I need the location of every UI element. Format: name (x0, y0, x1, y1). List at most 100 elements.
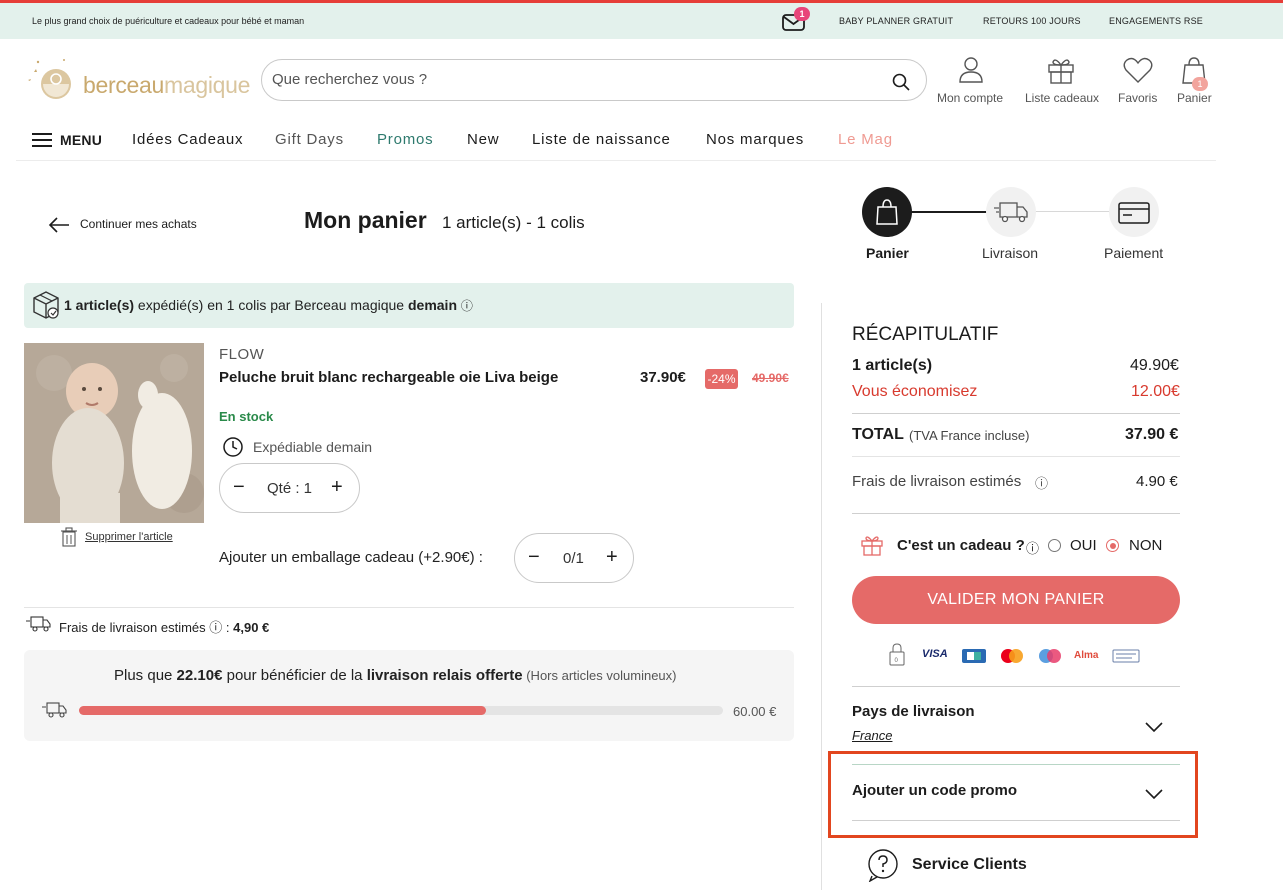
nav-idees-cadeaux[interactable]: Idées Cadeaux (132, 131, 243, 148)
logo-part1: berceau (83, 72, 165, 98)
trash-icon[interactable] (60, 527, 78, 547)
progress-max-label: 60.00 € (733, 704, 777, 719)
customer-service-link[interactable]: Service Clients (912, 856, 1027, 874)
menu-button[interactable]: MENU (60, 132, 102, 148)
step-connector-2 (1035, 211, 1113, 212)
gift-wrap-increase-button[interactable]: + (606, 546, 618, 569)
heart-icon[interactable] (1122, 55, 1154, 85)
credit-card-icon (1118, 202, 1150, 224)
step-paiement-label: Paiement (1104, 245, 1164, 261)
summary-articles-label: 1 article(s) (852, 357, 933, 374)
nav-gift-days[interactable]: Gift Days (275, 131, 344, 148)
chevron-down-icon[interactable] (1144, 721, 1164, 733)
account-label[interactable]: Mon compte (937, 91, 1003, 105)
fees-value: 4,90 € (233, 620, 270, 635)
search-icon[interactable] (891, 72, 911, 92)
gift-list-icon[interactable] (1045, 55, 1077, 85)
top-info-bar: Le plus grand choix de puériculture et c… (0, 3, 1283, 39)
summary-articles-value: 49.90€ (1130, 357, 1179, 374)
nav-new[interactable]: New (467, 131, 499, 148)
nav-liste-naissance[interactable]: Liste de naissance (532, 131, 671, 148)
delete-item-link[interactable]: Supprimer l'article (85, 531, 173, 543)
info-icon[interactable]: ⓘ (461, 299, 473, 313)
shipping-middle: expédié(s) en 1 colis par Berceau magiqu… (134, 297, 408, 313)
favorites-label[interactable]: Favoris (1118, 91, 1157, 105)
shopping-bag-icon (876, 199, 898, 225)
continue-shopping-link[interactable]: Continuer mes achats (80, 217, 197, 231)
gift-yes-label[interactable]: OUI (1070, 537, 1097, 554)
summary-fees-label: Frais de livraison estimés (852, 473, 1022, 490)
tagline: Le plus grand choix de puériculture et c… (32, 16, 305, 26)
baby-planner-link[interactable]: BABY PLANNER GRATUIT (839, 16, 953, 26)
divider (24, 607, 794, 608)
search-placeholder[interactable]: Que recherchez vous ? (272, 71, 427, 88)
free-shipping-middle: pour bénéficier de la (222, 667, 367, 684)
divider (852, 413, 1180, 414)
gift-wrap-value: 0/1 (563, 550, 584, 567)
product-brand[interactable]: FLOW (219, 346, 264, 363)
gift-list-label[interactable]: Liste cadeaux (1025, 91, 1099, 105)
gift-no-radio[interactable] (1106, 539, 1119, 552)
progress-fill (79, 706, 486, 715)
account-icon[interactable] (955, 55, 987, 85)
progress-truck-icon (42, 702, 67, 718)
gift-question: C'est un cadeau ? (897, 537, 1025, 554)
arrow-left-icon[interactable] (48, 216, 70, 234)
nav-nos-marques[interactable]: Nos marques (706, 131, 804, 148)
logo-text[interactable]: berceaumagique (83, 72, 250, 99)
validate-cart-button[interactable]: VALIDER MON PANIER (852, 576, 1180, 624)
nav-promos[interactable]: Promos (377, 131, 433, 148)
shipping-when: demain (407, 297, 457, 313)
summary-savings-label: Vous économisez (852, 383, 978, 400)
delivery-truck-icon (26, 616, 51, 632)
total-label: TOTAL (852, 426, 904, 443)
returns-link[interactable]: RETOURS 100 JOURS (983, 16, 1081, 26)
product-image[interactable] (24, 343, 204, 523)
product-name[interactable]: Peluche bruit blanc rechargeable oie Liv… (219, 369, 558, 386)
stock-status: En stock (219, 409, 274, 424)
help-question-icon[interactable] (866, 848, 900, 882)
logo-icon[interactable] (24, 52, 80, 104)
gift-no-label[interactable]: NON (1129, 537, 1162, 554)
dispatch-note: Expédiable demain (253, 439, 373, 455)
hamburger-icon[interactable] (32, 133, 52, 147)
gift-yes-radio[interactable] (1048, 539, 1061, 552)
logo-part2: magique (164, 72, 251, 98)
gift-info-icon[interactable]: ⓘ (1026, 538, 1039, 557)
country-title[interactable]: Pays de livraison (852, 703, 975, 720)
free-shipping-text: Plus que 22.10€ pour bénéficier de la li… (114, 667, 676, 684)
cart-label[interactable]: Panier (1177, 91, 1212, 105)
qty-increase-button[interactable]: + (331, 476, 343, 499)
alma-icon: Alma (1074, 650, 1099, 661)
divider (852, 686, 1180, 687)
cart-count-badge: 1 (1192, 77, 1208, 91)
gift-wrap-decrease-button[interactable]: − (528, 546, 540, 569)
rse-link[interactable]: ENGAGEMENTS RSE (1109, 16, 1203, 26)
step-panier-circle (862, 187, 912, 237)
free-shipping-amount: 22.10€ (176, 667, 223, 684)
total-note: (TVA France incluse) (909, 428, 1030, 443)
gift-wrap-label: Ajouter un emballage cadeau (+2.90€) : (219, 549, 483, 566)
promo-code-highlight (828, 751, 1198, 838)
nav-divider (16, 160, 1216, 161)
bank-transfer-icon (1112, 649, 1140, 663)
nav-le-mag[interactable]: Le Mag (838, 131, 893, 148)
mail-badge: 1 (794, 7, 810, 21)
page-title: Mon panier (304, 207, 427, 233)
cb-card-icon (962, 649, 986, 663)
summary-savings-value: 12.00€ (1131, 383, 1180, 400)
gift-icon (861, 536, 883, 556)
qty-decrease-button[interactable]: − (233, 476, 245, 499)
free-shipping-progress-box (24, 650, 794, 741)
summary-fees-info-icon[interactable]: ⓘ (1035, 473, 1048, 492)
visa-icon: VISA (922, 648, 948, 660)
old-price: 49.90€ (752, 371, 789, 385)
lock-label: 0 (895, 658, 899, 664)
product-price: 37.90€ (640, 369, 686, 386)
shipping-count: 1 article(s) (64, 297, 135, 313)
fees-info-icon[interactable]: ⓘ : (209, 620, 229, 635)
summary-fees-value: 4.90 € (1136, 473, 1178, 490)
radio-dot (1110, 543, 1116, 549)
step-connector-1 (910, 211, 988, 213)
country-value[interactable]: France (852, 728, 892, 743)
